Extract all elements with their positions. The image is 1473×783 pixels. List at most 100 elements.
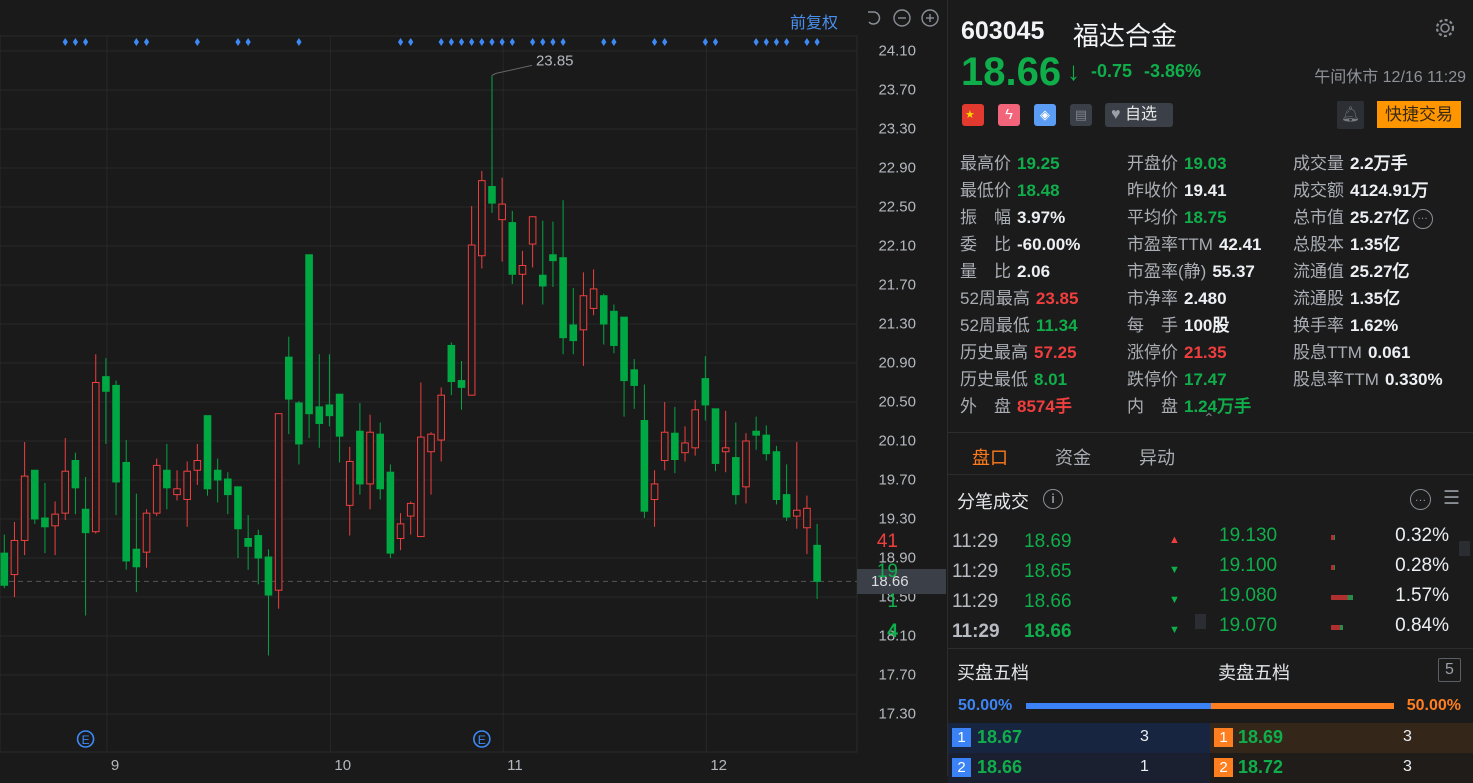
candlestick-plot[interactable]: E E 23.85 [0, 0, 947, 776]
candle-down[interactable] [213, 469, 222, 481]
candle-down[interactable] [782, 494, 791, 518]
candle-down[interactable] [447, 344, 456, 383]
candle-down[interactable] [203, 415, 212, 490]
candle-down[interactable] [762, 434, 771, 455]
candle-down[interactable] [630, 369, 639, 386]
list-view-icon[interactable]: ☰ [1443, 487, 1460, 510]
stat-label: 成交量 [1293, 154, 1344, 173]
candle-up[interactable] [579, 295, 588, 331]
candle-down[interactable] [599, 295, 608, 325]
scrollbar[interactable] [1195, 614, 1206, 629]
zoom-in-icon[interactable] [921, 9, 939, 27]
candle-down[interactable] [569, 324, 578, 342]
candle-down[interactable] [112, 384, 120, 483]
candle-up[interactable] [406, 502, 415, 517]
candle-up[interactable] [650, 483, 659, 500]
candle-down[interactable] [538, 274, 547, 287]
candle-down[interactable] [376, 433, 385, 490]
candle-down[interactable] [71, 460, 80, 489]
candle-down[interactable] [295, 402, 303, 445]
adjust-mode-button[interactable]: 前复权 [790, 9, 838, 33]
candle-down[interactable] [559, 257, 567, 339]
candle-up[interactable] [152, 464, 161, 514]
quick-trade-button[interactable]: 快捷交易 [1377, 101, 1461, 128]
candle-down[interactable] [701, 378, 710, 406]
candle-up[interactable] [681, 442, 689, 454]
candle-up[interactable] [528, 216, 537, 245]
lightning-icon[interactable]: ϟ [998, 104, 1020, 126]
candle-down[interactable] [549, 254, 557, 262]
tag-icon[interactable]: ◈ [1034, 104, 1056, 126]
zoom-out-icon[interactable] [893, 9, 911, 27]
depth-selector[interactable]: 5 [1438, 658, 1461, 682]
candle-down[interactable] [315, 406, 324, 424]
candle-up[interactable] [660, 431, 669, 462]
stat-item: 总股本 1.35亿 [1293, 230, 1400, 255]
candle-up[interactable] [417, 436, 425, 538]
candle-up[interactable] [518, 265, 527, 275]
candle-up[interactable] [345, 460, 354, 506]
ticks-title: 分笔成交 [957, 492, 1029, 512]
candle-down[interactable] [488, 186, 496, 204]
candle-up[interactable] [427, 433, 435, 453]
candle-up[interactable] [173, 488, 181, 496]
candle-up[interactable] [792, 509, 801, 517]
candle-down[interactable] [234, 486, 242, 530]
bell-icon[interactable]: 🔔︎ [1337, 101, 1364, 129]
candle-up[interactable] [498, 203, 506, 221]
candle-down[interactable] [752, 430, 760, 436]
candle-down[interactable] [356, 430, 364, 485]
settings-gear-icon[interactable] [1434, 17, 1456, 39]
candle-down[interactable] [640, 420, 649, 512]
info-icon[interactable]: i [1043, 489, 1063, 509]
candle-up[interactable] [478, 180, 486, 257]
tab-1[interactable]: 资金 [1055, 444, 1091, 470]
document-icon[interactable]: ▤ [1070, 104, 1092, 126]
candle-up[interactable] [193, 460, 202, 471]
china-flag-icon[interactable]: ★ [962, 104, 984, 126]
candle-up[interactable] [61, 470, 70, 514]
ask-cell[interactable]: 2 18.72 3 [1210, 753, 1473, 783]
candle-up[interactable] [91, 382, 100, 533]
candle-down[interactable] [335, 393, 344, 437]
candle-down[interactable] [508, 222, 517, 275]
candle-up[interactable] [691, 409, 699, 449]
candle-up[interactable] [183, 470, 191, 501]
bid-cell[interactable]: 2 18.66 1 [948, 753, 1210, 783]
candle-up[interactable] [721, 447, 730, 453]
candle-down[interactable] [711, 408, 720, 464]
tab-2[interactable]: 异动 [1139, 444, 1175, 470]
candle-up[interactable] [366, 431, 374, 485]
candle-down[interactable] [30, 469, 39, 520]
candle-down[interactable] [620, 316, 628, 382]
candle-up[interactable] [467, 244, 476, 396]
candle-up[interactable] [437, 394, 445, 441]
bid-cell[interactable]: 1 18.67 3 [948, 723, 1210, 753]
candle-down[interactable] [610, 310, 618, 346]
candle-down[interactable] [284, 356, 293, 400]
orderbook-row[interactable]: 1 18.67 3 1 18.69 3 [948, 723, 1473, 753]
scrollbar[interactable] [1459, 541, 1470, 556]
more-options-icon[interactable]: … [1410, 489, 1431, 510]
watchlist-button[interactable]: ♥ 自选 [1105, 103, 1173, 127]
stat-label: 股息TTM [1293, 343, 1362, 362]
candle-down[interactable] [732, 457, 740, 496]
orderbook-row[interactable]: 2 18.66 1 2 18.72 3 [948, 753, 1473, 783]
candle-up[interactable] [742, 440, 750, 488]
kline-chart[interactable]: E E 23.85 24.10 23.70 23.30 22.90 22.50 22.10 21… [0, 0, 947, 776]
candle-down[interactable] [671, 432, 679, 461]
candle-down[interactable] [224, 478, 232, 496]
more-icon[interactable]: … [1412, 208, 1433, 229]
candle-down[interactable] [163, 469, 171, 489]
ask-cell[interactable]: 1 18.69 3 [1210, 723, 1473, 753]
candle-up[interactable] [589, 288, 598, 309]
candle-down[interactable] [325, 404, 334, 417]
candle-down[interactable] [772, 451, 781, 501]
collapse-chevron-icon[interactable]: ⌃ [1203, 410, 1215, 427]
candle-down[interactable] [102, 376, 110, 392]
reset-icon[interactable] [868, 11, 881, 25]
candle-down[interactable] [457, 380, 466, 388]
candle-down[interactable] [305, 254, 313, 415]
stat-value: 4124.91万 [1350, 181, 1429, 200]
tab-0[interactable]: 盘口 [972, 444, 1008, 470]
